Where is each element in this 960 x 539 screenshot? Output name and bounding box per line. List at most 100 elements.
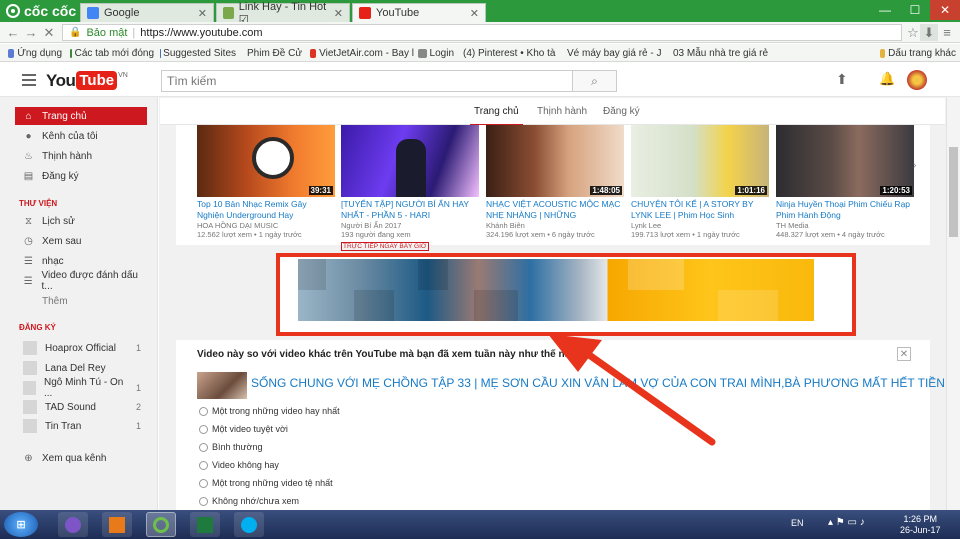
sidebar-item-subscriptions[interactable]: ▤ Đăng ký <box>15 167 147 185</box>
menu-icon[interactable]: ≡ <box>938 24 956 41</box>
video-title[interactable]: Top 10 Bản Nhạc Remix Gây Nghiện Undergr… <box>197 199 335 221</box>
coccoc-taskbar-icon[interactable] <box>146 512 176 537</box>
video-title[interactable]: NHẠC VIỆT ACOUSTIC MỘC MẠC NHẸ NHÀNG | N… <box>486 199 624 221</box>
bookmark-recent-tabs[interactable]: Các tab mới đóng <box>70 46 154 60</box>
download-icon[interactable]: ⬇ <box>920 24 938 41</box>
page-scrollbar[interactable] <box>946 97 960 510</box>
video-title[interactable]: CHUYỆN TÔI KỂ | A STORY BY LYNK LEE | Ph… <box>631 199 769 221</box>
video-thumbnail[interactable]: 39:31 <box>197 125 335 197</box>
ad-banner[interactable] <box>298 259 814 321</box>
close-icon[interactable]: ✕ <box>198 7 207 20</box>
video-card[interactable]: 1:01:16 CHUYỆN TÔI KỂ | A STORY BY LYNK … <box>631 125 769 239</box>
hamburger-menu-icon[interactable] <box>22 74 36 86</box>
video-channel[interactable]: Khánh Biên <box>486 221 624 230</box>
sidebar-more-link[interactable]: Thêm <box>15 292 147 310</box>
sidebar-item-liked[interactable]: ☰ Video được đánh dấu t... <box>15 270 147 292</box>
video-card[interactable]: [TUYỂN TẬP] NGƯỜI BÍ ẨN HAY NHẤT - PHẦN … <box>341 125 479 251</box>
upload-icon[interactable]: ⬆ <box>836 71 848 88</box>
language-indicator[interactable]: EN <box>791 518 804 528</box>
forward-icon[interactable]: → <box>22 24 40 41</box>
stop-icon[interactable]: ✕ <box>40 24 58 41</box>
sidebar-subscription[interactable]: Lana Del Rey <box>15 359 147 377</box>
bookmark-ve-may-bay[interactable]: Vé máy bay giá rẻ - Je <box>564 46 662 60</box>
skype-icon[interactable] <box>234 512 264 537</box>
sidebar-item-trending[interactable]: ♨ Thịnh hành <box>15 147 147 165</box>
survey-option[interactable]: Bình thường <box>199 442 262 452</box>
tab-home[interactable]: Trang chủ <box>470 106 523 126</box>
sidebar-subscription[interactable]: Ngô Minh Tú - On ... 1 <box>15 377 147 399</box>
survey-video-title[interactable]: SỐNG CHUNG VỚI MẸ CHỒNG TẬP 33 | MẸ SƠN … <box>251 376 945 390</box>
bookmark-other[interactable]: Dấu trang khác <box>880 46 956 60</box>
tray-icons[interactable]: ▴ ⚑ ▭ ♪ <box>828 517 865 528</box>
window-close-icon[interactable]: ✕ <box>930 0 960 20</box>
survey-option[interactable]: Không nhớ/chưa xem <box>199 496 299 506</box>
taskbar-clock[interactable]: 1:26 PM 26-Jun-17 <box>900 514 941 536</box>
tab-youtube[interactable]: YouTube ✕ <box>352 3 486 22</box>
radio-button[interactable] <box>199 406 208 416</box>
video-card[interactable]: 39:31 Top 10 Bản Nhạc Remix Gây Nghiện U… <box>197 125 335 239</box>
survey-option[interactable]: Một trong những video hay nhất <box>199 406 340 416</box>
minimize-icon[interactable]: — <box>870 0 900 20</box>
radio-button[interactable] <box>199 478 208 488</box>
sidebar-item-music[interactable]: ☰ nhạc <box>15 252 147 270</box>
excel-icon[interactable] <box>190 512 220 537</box>
video-title[interactable]: Ninja Huyền Thoại Phim Chiếu Rạp Phim Hà… <box>776 199 914 221</box>
sidebar-item-my-channel[interactable]: ● Kênh của tôi <box>15 127 147 145</box>
radio-button[interactable] <box>199 442 208 452</box>
video-channel[interactable]: Người Bí Ẩn 2017 <box>341 221 479 230</box>
sidebar-item-label: Kênh của tôi <box>42 130 98 142</box>
shelf-next-icon[interactable]: › <box>913 160 916 171</box>
sidebar-subscription[interactable]: Hoaprox Official 1 <box>15 339 147 357</box>
video-channel[interactable]: Lynk Lee <box>631 221 769 230</box>
browser-brand[interactable]: cốc cốc <box>6 2 76 20</box>
back-icon[interactable]: ← <box>4 24 22 41</box>
bookmark-pinterest[interactable]: (4) Pinterest • Kho tàn <box>460 46 556 60</box>
viber-icon[interactable] <box>58 512 88 537</box>
search-button[interactable]: ⌕ <box>573 70 617 92</box>
scrollbar-thumb[interactable] <box>949 147 958 237</box>
video-title[interactable]: [TUYỂN TẬP] NGƯỜI BÍ ẨN HAY NHẤT - PHẦN … <box>341 199 479 221</box>
sidebar-item-history[interactable]: ⧖ Lịch sử <box>15 212 147 230</box>
url-input[interactable]: 🔒 Bảo mật | https://www.youtube.com <box>62 24 902 41</box>
radio-button[interactable] <box>199 496 208 506</box>
sidebar-subscription[interactable]: Tin Tran 1 <box>15 417 147 435</box>
tab-link-hay[interactable]: Link Hay - Tin Hot ☑ ✕ <box>216 1 350 26</box>
survey-close-icon[interactable]: ✕ <box>897 347 911 361</box>
sidebar-subscription[interactable]: TAD Sound 2 <box>15 398 147 416</box>
video-thumbnail[interactable]: 1:20:53 <box>776 125 914 197</box>
sidebar-item-watch-later[interactable]: ◷ Xem sau <box>15 232 147 250</box>
search-input[interactable] <box>161 70 573 92</box>
bookmark-login[interactable]: Login <box>418 46 454 60</box>
sidebar-item-home[interactable]: ⌂ Trang chủ <box>15 107 147 125</box>
close-icon[interactable]: ✕ <box>470 7 479 20</box>
video-card[interactable]: 1:20:53 Ninja Huyền Thoại Phim Chiếu Rạp… <box>776 125 914 239</box>
close-icon[interactable]: ✕ <box>334 7 343 20</box>
maximize-icon[interactable]: ☐ <box>900 0 930 20</box>
tab-subscriptions[interactable]: Đăng ký <box>603 106 640 117</box>
video-thumbnail[interactable]: 1:48:05 <box>486 125 624 197</box>
video-thumbnail[interactable]: 1:01:16 <box>631 125 769 197</box>
radio-button[interactable] <box>199 460 208 470</box>
bookmark-vietjet[interactable]: VietJetAir.com - Bay l <box>310 46 414 60</box>
notifications-bell-icon[interactable]: 🔔 <box>879 71 895 87</box>
sidebar-item-browse-channels[interactable]: ⊕ Xem qua kênh <box>15 449 147 467</box>
video-channel[interactable]: TH Media <box>776 221 914 230</box>
survey-option[interactable]: Một video tuyệt vời <box>199 424 288 434</box>
avatar[interactable] <box>907 70 927 90</box>
tab-trending[interactable]: Thịnh hành <box>537 106 587 117</box>
bookmark-apps[interactable]: Ứng dụng <box>8 46 62 60</box>
youtube-logo[interactable]: You Tube VN <box>46 71 128 91</box>
pdf-app-icon[interactable] <box>102 512 132 537</box>
bookmark-phim-de-cu[interactable]: Phim Đề Cử <box>244 46 302 60</box>
bookmark-suggested-sites[interactable]: Suggested Sites <box>160 46 236 60</box>
radio-button[interactable] <box>199 424 208 434</box>
survey-option[interactable]: Một trong những video tệ nhất <box>199 478 333 488</box>
start-button[interactable]: ⊞ <box>4 512 38 537</box>
video-card[interactable]: 1:48:05 NHẠC VIỆT ACOUSTIC MỘC MẠC NHẸ N… <box>486 125 624 239</box>
survey-video-thumbnail[interactable] <box>197 372 247 399</box>
video-thumbnail[interactable] <box>341 125 479 197</box>
survey-option[interactable]: Video không hay <box>199 460 279 470</box>
bookmark-mau-nha-tre[interactable]: 03 Mẫu nhà tre giá rẻ <box>670 46 768 60</box>
video-channel[interactable]: HOA HỒNG DẠI MUSIC <box>197 221 335 230</box>
tab-google[interactable]: Google ✕ <box>80 3 214 22</box>
